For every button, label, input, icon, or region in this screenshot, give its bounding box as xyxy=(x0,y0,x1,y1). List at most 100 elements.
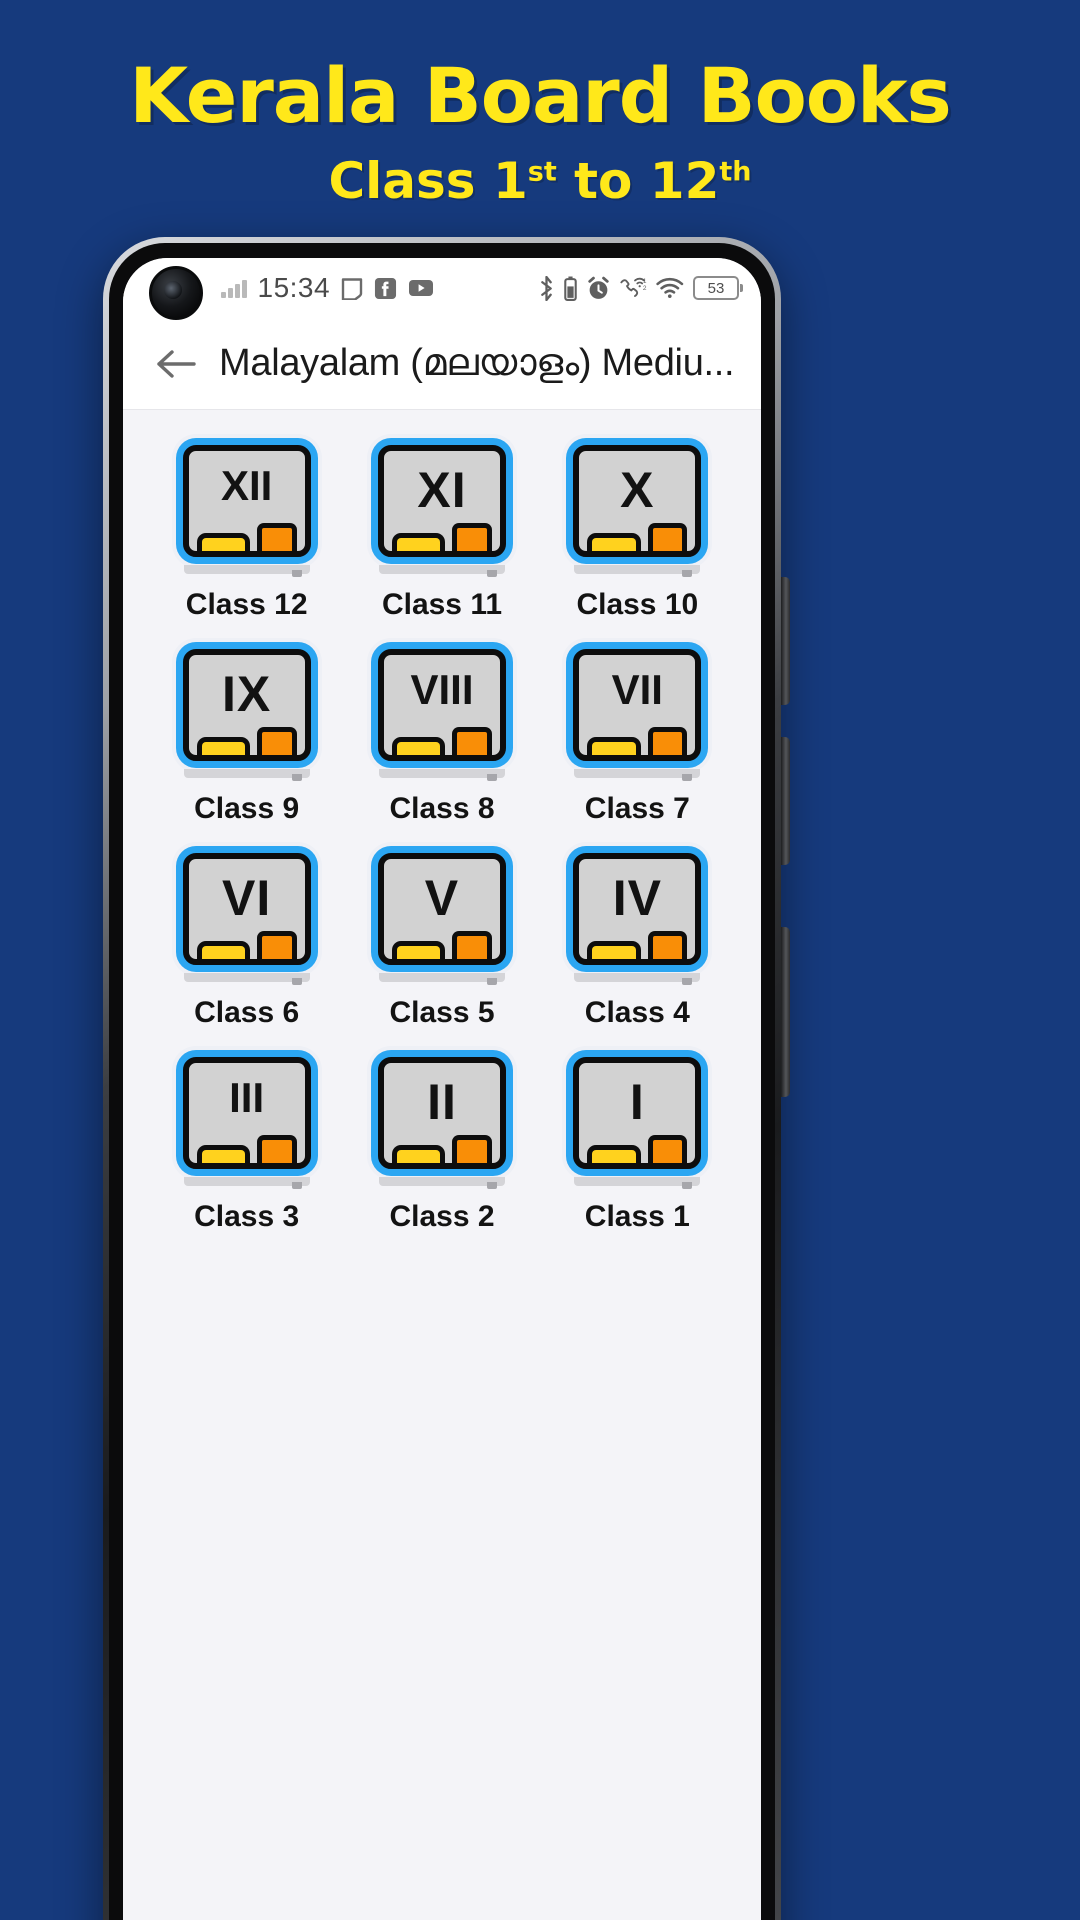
book-stack-icon xyxy=(196,517,297,551)
class-book-icon[interactable]: V xyxy=(370,846,513,972)
class-label: Class 6 xyxy=(194,996,300,1029)
book-stack-icon xyxy=(391,517,492,551)
class-grid-item[interactable]: I Class 1 xyxy=(540,1050,735,1234)
alarm-clock-icon xyxy=(586,276,611,301)
class-label: Class 4 xyxy=(584,996,690,1029)
book-orange-icon xyxy=(647,523,688,551)
phone-device-frame: 15:34 1 2 53 Malayalam (മലയാളം) Mediu...… xyxy=(103,237,790,1920)
status-bar-right-cluster: 12 53 xyxy=(538,275,743,301)
class-roman-numeral: VIII xyxy=(410,666,474,713)
shelf-shadow xyxy=(574,565,701,577)
youtube-icon xyxy=(408,278,434,298)
book-stack-icon xyxy=(587,925,688,959)
class-roman-numeral: XI xyxy=(417,462,467,518)
class-grid-item[interactable]: IX Class 9 xyxy=(149,642,344,826)
front-camera-punch-hole xyxy=(149,266,203,320)
class-grid-container: XII Class 12 XI Class 11 X Class 10 IX Class 9 V… xyxy=(123,410,761,1920)
book-yellow-icon xyxy=(196,533,250,551)
status-bar-clock: 15:34 xyxy=(257,272,331,303)
class-book-icon[interactable]: IV xyxy=(566,846,709,972)
book-stack-icon xyxy=(196,721,297,755)
book-stack-icon xyxy=(587,1129,688,1163)
class-book-icon-body: VI xyxy=(182,853,311,965)
class-book-icon[interactable]: I xyxy=(566,1050,709,1176)
class-grid-item[interactable]: X Class 10 xyxy=(540,438,735,622)
book-yellow-icon xyxy=(391,1145,446,1163)
class-book-icon-body: IV xyxy=(573,853,702,965)
class-book-icon[interactable]: VI xyxy=(175,846,318,972)
class-grid-item[interactable]: VIII Class 8 xyxy=(344,642,539,826)
shelf-shadow xyxy=(378,769,505,781)
back-button[interactable] xyxy=(147,335,205,393)
class-roman-numeral: XII xyxy=(220,462,273,509)
class-grid-item[interactable]: VII Class 7 xyxy=(540,642,735,826)
book-yellow-icon xyxy=(391,533,446,551)
promo-subtitle: Class 1st to 12th xyxy=(0,156,1080,206)
class-book-icon[interactable]: XI xyxy=(370,438,513,564)
page-title: Malayalam (മലയാളം) Mediu... xyxy=(219,342,735,384)
class-grid-item[interactable]: II Class 2 xyxy=(344,1050,539,1234)
battery-icon: 53 xyxy=(693,276,743,300)
class-book-icon[interactable]: II xyxy=(370,1050,513,1176)
class-roman-numeral: IV xyxy=(612,870,662,926)
battery-saver-icon xyxy=(564,276,577,301)
class-grid: XII Class 12 XI Class 11 X Class 10 IX Class 9 V… xyxy=(149,438,735,1234)
class-grid-item[interactable]: III Class 3 xyxy=(149,1050,344,1234)
note-app-icon xyxy=(341,276,363,300)
svg-text:2: 2 xyxy=(643,285,647,292)
class-grid-item[interactable]: XI Class 11 xyxy=(344,438,539,622)
class-grid-item[interactable]: XII Class 12 xyxy=(149,438,344,622)
shelf-shadow xyxy=(183,565,310,577)
class-book-icon-body: X xyxy=(573,445,702,557)
class-roman-numeral: III xyxy=(229,1074,265,1121)
class-book-icon[interactable]: VII xyxy=(566,642,709,768)
promo-subtitle-pre: Class 1 xyxy=(328,152,528,210)
shelf-shadow xyxy=(574,1177,701,1189)
class-roman-numeral: I xyxy=(629,1074,645,1130)
class-book-icon-body: III xyxy=(182,1057,311,1169)
class-grid-item[interactable]: V Class 5 xyxy=(344,846,539,1030)
class-book-icon-body: IX xyxy=(182,649,311,761)
class-label: Class 1 xyxy=(584,1200,690,1233)
class-label: Class 3 xyxy=(194,1200,300,1233)
book-stack-icon xyxy=(587,517,688,551)
class-book-icon[interactable]: VIII xyxy=(370,642,513,768)
book-yellow-icon xyxy=(587,941,641,959)
phone-bezel: 15:34 1 2 53 Malayalam (മലയാളം) Mediu...… xyxy=(109,243,790,1920)
promo-subtitle-sup-first: st xyxy=(527,156,557,188)
volume-up-button[interactable] xyxy=(781,577,790,705)
book-yellow-icon xyxy=(196,1145,250,1163)
shelf-shadow xyxy=(378,565,505,577)
class-book-icon[interactable]: III xyxy=(175,1050,318,1176)
book-stack-icon xyxy=(196,1129,297,1163)
class-book-icon-body: V xyxy=(377,853,506,965)
shelf-shadow xyxy=(183,1177,310,1189)
book-stack-icon xyxy=(196,925,297,959)
book-yellow-icon xyxy=(587,1145,641,1163)
class-book-icon[interactable]: XII xyxy=(175,438,318,564)
book-stack-icon xyxy=(391,721,492,755)
shelf-shadow xyxy=(183,769,310,781)
class-roman-numeral: V xyxy=(424,870,460,926)
volume-down-button[interactable] xyxy=(781,737,790,865)
promo-subtitle-mid: to 12 xyxy=(556,152,720,210)
shelf-shadow xyxy=(183,973,310,985)
power-button[interactable] xyxy=(781,927,790,1097)
book-orange-icon xyxy=(452,523,492,551)
class-roman-numeral: X xyxy=(620,462,655,518)
class-book-icon[interactable]: IX xyxy=(175,642,318,768)
class-label: Class 9 xyxy=(194,792,300,825)
class-book-icon[interactable]: X xyxy=(566,438,709,564)
class-book-icon-body: XII xyxy=(182,445,311,557)
class-label: Class 10 xyxy=(576,588,699,621)
class-grid-item[interactable]: VI Class 6 xyxy=(149,846,344,1030)
book-orange-icon xyxy=(647,727,688,755)
book-yellow-icon xyxy=(391,941,446,959)
class-grid-item[interactable]: IV Class 4 xyxy=(540,846,735,1030)
book-orange-icon xyxy=(256,931,297,959)
book-orange-icon xyxy=(256,1135,297,1163)
app-bar: Malayalam (മലയാളം) Mediu... xyxy=(123,318,761,410)
book-stack-icon xyxy=(391,925,492,959)
promo-subtitle-sup-last: th xyxy=(719,156,752,188)
promo-header: Kerala Board Books Class 1st to 12th xyxy=(0,0,1080,207)
